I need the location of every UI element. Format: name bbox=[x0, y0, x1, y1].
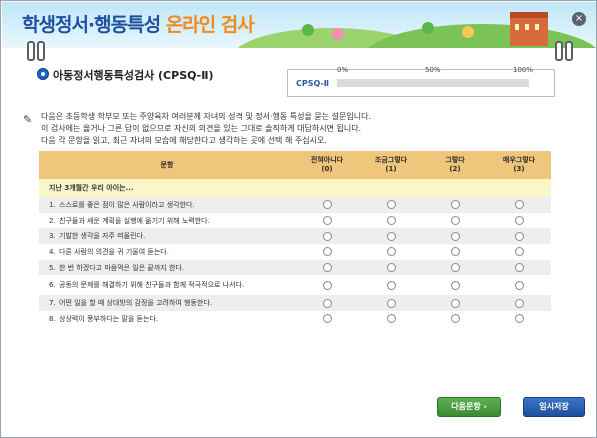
question-cell: 4. 다른 사람의 의견을 귀 기울여 듣는다. bbox=[49, 247, 169, 256]
radio-option-1[interactable] bbox=[386, 231, 396, 241]
header-option-1: 조금그렇다 (1) bbox=[359, 151, 423, 179]
table-row: 6. 공동의 문제를 해결하기 위해 친구들과 함께 적극적으로 나서다. bbox=[39, 275, 551, 295]
instruction-line: 다음은 초등학생 학부모 또는 주양육자 여러분께 자녀의 성격 및 정서·행동… bbox=[41, 112, 371, 121]
group-label: 지난 3개월간 우리 아이는... bbox=[39, 179, 551, 197]
table-row: 2. 친구들과 세운 계획을 실행에 옮기기 위해 노력한다. bbox=[39, 213, 551, 229]
radio-option-1[interactable] bbox=[386, 200, 396, 210]
radio-option-0[interactable] bbox=[322, 280, 332, 290]
radio-option-1[interactable] bbox=[386, 247, 396, 257]
radio-option-1[interactable] bbox=[386, 280, 396, 290]
radio-option-0[interactable] bbox=[322, 314, 332, 324]
app-title-main: 학생정서·행동특성 bbox=[22, 14, 166, 36]
section-title: 아동정서행동특성검사 (CPSQ-Ⅱ) bbox=[53, 69, 214, 82]
radio-option-2[interactable] bbox=[450, 200, 460, 210]
table-row: 8. 상상력이 풍부하다는 말을 듣는다. bbox=[39, 311, 551, 327]
radio-option-2[interactable] bbox=[450, 298, 460, 308]
tree-icon bbox=[302, 24, 314, 36]
progress-track: 0% 50% 100% bbox=[337, 66, 533, 87]
instruction-line: 다음 각 문항을 읽고, 최근 자녀의 모습에 해당한다고 생각하는 곳에 선택… bbox=[41, 136, 327, 145]
radio-option-3[interactable] bbox=[514, 298, 524, 308]
question-cell: 1. 스스로를 좋은 점이 많은 사람이라고 생각한다. bbox=[39, 197, 295, 213]
header-option-0: 전혀아니다 (0) bbox=[295, 151, 359, 179]
radio-option-2[interactable] bbox=[450, 231, 460, 241]
header-option-3: 매우그렇다 (3) bbox=[487, 151, 551, 179]
question-cell: 3. 기발한 생각을 자주 떠올린다. bbox=[39, 228, 295, 245]
progress-tick-100: 100% bbox=[513, 66, 534, 74]
radio-option-2[interactable] bbox=[450, 216, 460, 226]
main-window: 학생정서·행동특성 온라인 검사 × 아동정서행동특성검사 (CPSQ-Ⅱ) C… bbox=[0, 0, 597, 438]
radio-option-1[interactable] bbox=[386, 263, 396, 273]
survey-content: 아동정서행동특성검사 (CPSQ-Ⅱ) CPSQ-Ⅱ 0% 50% 100% ✎… bbox=[13, 53, 585, 433]
radio-option-0[interactable] bbox=[322, 200, 332, 210]
radio-option-1[interactable] bbox=[386, 298, 396, 308]
group-row: 지난 3개월간 우리 아이는... bbox=[39, 179, 551, 197]
section-bullet-icon bbox=[37, 68, 49, 80]
table-row: 5. 한 번 하겠다고 마음먹은 일은 끝까지 한다. bbox=[39, 259, 551, 276]
school-building-icon bbox=[510, 12, 548, 46]
radio-option-0[interactable] bbox=[322, 216, 332, 226]
radio-option-3[interactable] bbox=[514, 231, 524, 241]
question-cell: 6. 공동의 문제를 해결하기 위해 친구들과 함께 적극적으로 나서다. bbox=[49, 281, 245, 290]
table-row: 4. 다른 사람의 의견을 귀 기울여 듣는다. bbox=[39, 244, 551, 260]
table-row: 7. 어떤 일을 할 때 상대방의 감정을 고려하여 행동한다. bbox=[39, 295, 551, 312]
radio-option-1[interactable] bbox=[386, 216, 396, 226]
progress-box: CPSQ-Ⅱ 0% 50% 100% bbox=[287, 66, 555, 97]
radio-option-3[interactable] bbox=[514, 200, 524, 210]
progress-tick-50: 50% bbox=[425, 66, 441, 74]
radio-option-0[interactable] bbox=[322, 247, 332, 257]
header-option-2: 그렇다 (2) bbox=[423, 151, 487, 179]
tree-icon bbox=[332, 28, 344, 40]
radio-option-3[interactable] bbox=[514, 216, 524, 226]
question-cell: 8. 상상력이 풍부하다는 말을 듣는다. bbox=[49, 314, 159, 323]
radio-option-2[interactable] bbox=[450, 263, 460, 273]
question-cell: 2. 친구들과 세운 계획을 실행에 옮기기 위해 노력한다. bbox=[49, 216, 210, 225]
survey-table: 문항 전혀아니다 (0) 조금그렇다 (1) 그렇다 (2) 매우그렇다 (3) 지난 … bbox=[39, 151, 551, 327]
radio-option-0[interactable] bbox=[322, 263, 332, 273]
table-row: 3. 기발한 생각을 자주 떠올린다. bbox=[39, 228, 551, 245]
progress-tick-0: 0% bbox=[337, 66, 349, 74]
radio-option-0[interactable] bbox=[322, 231, 332, 241]
app-title: 학생정서·행동특성 온라인 검사 bbox=[22, 10, 255, 37]
table-header-row: 문항 전혀아니다 (0) 조금그렇다 (1) 그렇다 (2) 매우그렇다 (3) bbox=[39, 151, 551, 179]
next-question-button[interactable]: 다음문항 › bbox=[437, 397, 501, 417]
question-cell: 5. 한 번 하겠다고 마음먹은 일은 끝까지 한다. bbox=[39, 259, 295, 276]
question-cell: 7. 어떤 일을 할 때 상대방의 감정을 고려하여 행동한다. bbox=[39, 295, 295, 312]
radio-option-3[interactable] bbox=[514, 280, 524, 290]
app-header: 학생정서·행동특성 온라인 검사 × bbox=[2, 2, 596, 48]
instruction-line: 이 검사에는 옳거나 그른 답이 없으므로 자신의 의견을 있는 그대로 솔직하… bbox=[41, 124, 362, 133]
radio-option-2[interactable] bbox=[450, 280, 460, 290]
radio-option-3[interactable] bbox=[514, 263, 524, 273]
close-icon[interactable]: × bbox=[572, 12, 586, 26]
radio-option-2[interactable] bbox=[450, 247, 460, 257]
radio-option-1[interactable] bbox=[386, 314, 396, 324]
app-title-accent: 온라인 검사 bbox=[165, 14, 255, 36]
tree-icon bbox=[462, 26, 474, 38]
temp-save-button[interactable]: 임시저장 bbox=[523, 397, 585, 417]
radio-option-3[interactable] bbox=[514, 314, 524, 324]
table-row: 1. 스스로를 좋은 점이 많은 사람이라고 생각한다. bbox=[39, 197, 551, 213]
radio-option-3[interactable] bbox=[514, 247, 524, 257]
radio-option-0[interactable] bbox=[322, 298, 332, 308]
header-question: 문항 bbox=[39, 151, 295, 179]
tree-icon bbox=[422, 22, 434, 34]
radio-option-2[interactable] bbox=[450, 314, 460, 324]
pencil-icon: ✎ bbox=[23, 113, 33, 126]
progress-label: CPSQ-Ⅱ bbox=[296, 79, 330, 88]
